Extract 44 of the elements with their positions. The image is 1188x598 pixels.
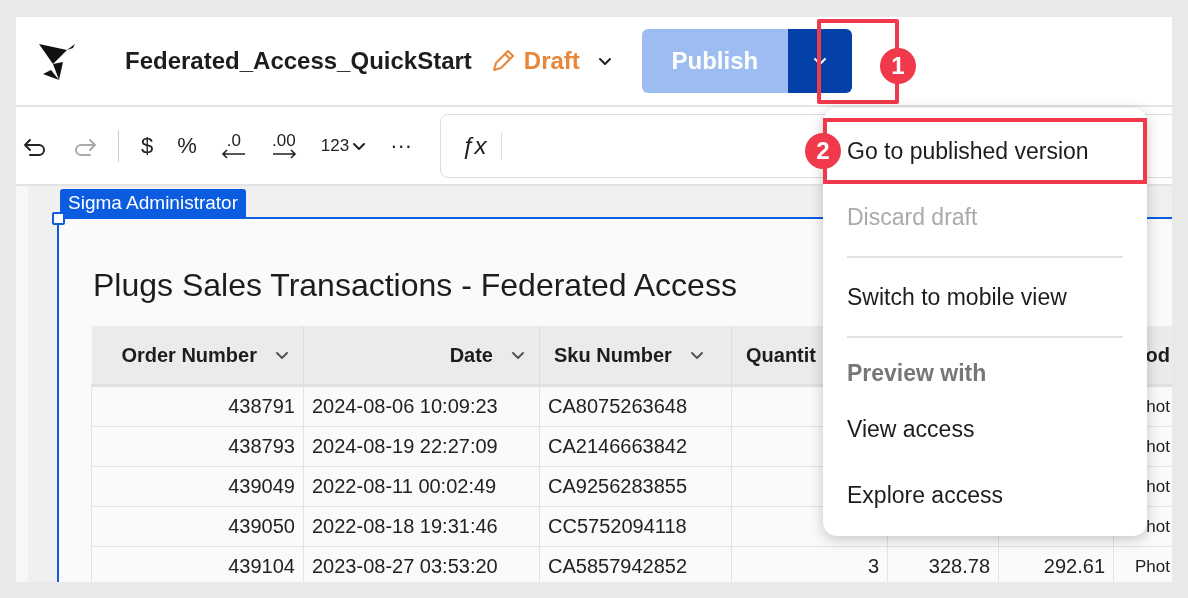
workbook-title: Federated_Access_QuickStart [125,47,472,75]
arrow-icon [220,149,247,159]
element-tag: Sigma Administrator [60,189,246,217]
step-badge: 2 [805,133,841,169]
table-cell: 328.78 [887,546,999,582]
table-cell: CA5857942852 [539,546,732,582]
chevron-down-icon [812,55,827,67]
arrow-icon [270,149,297,159]
publish-menu-button[interactable] [787,29,852,93]
table-cell: 2024-08-06 10:09:23 [303,385,540,427]
table-cell: 439104 [91,546,304,582]
format-button[interactable]: % [177,134,197,157]
table-cell: 292.61 [998,546,1114,582]
chevron-down-icon[interactable] [689,349,704,361]
menu-section-heading: Preview with [846,358,988,388]
column-header[interactable]: Date [449,343,493,367]
table-cell: 438793 [91,426,304,467]
format-button[interactable]: $ [141,134,154,157]
decimal-button[interactable]: .0 [220,132,247,159]
table-cell: CA2146663842 [539,426,732,467]
chevron-down-icon [597,55,612,67]
column-header[interactable]: Quantit [746,343,816,367]
card-title: Plugs Sales Transactions - Federated Access [93,267,737,304]
table-cell: 439050 [91,506,304,547]
menu-item[interactable]: Switch to mobile view [823,264,1147,330]
table-cell: 2023-08-27 03:53:20 [303,546,540,582]
table-cell: Phot [1113,546,1172,582]
number-format-button[interactable]: 123 [320,137,367,154]
table-cell: 2022-08-18 19:31:46 [303,506,540,547]
chevron-down-icon[interactable] [511,349,525,361]
table-cell: 439049 [91,466,304,507]
table-cell: 438791 [91,385,304,427]
table-cell: 2022-08-11 00:02:49 [303,466,540,507]
chevron-down-icon[interactable] [275,349,289,361]
table-cell: CA8075263648 [539,385,732,427]
format-button[interactable]: ··· [390,134,413,157]
step-badge: 1 [880,48,916,84]
resize-handle[interactable] [52,212,65,225]
column-header[interactable]: od [1145,343,1170,367]
table-cell: CA9256283855 [539,466,732,507]
table-cell: CC5752094118 [539,506,732,547]
table-cell: 2024-08-19 22:27:09 [303,426,540,467]
decimal-button[interactable]: .00 [270,132,297,159]
table-cell: 3 [731,546,888,582]
